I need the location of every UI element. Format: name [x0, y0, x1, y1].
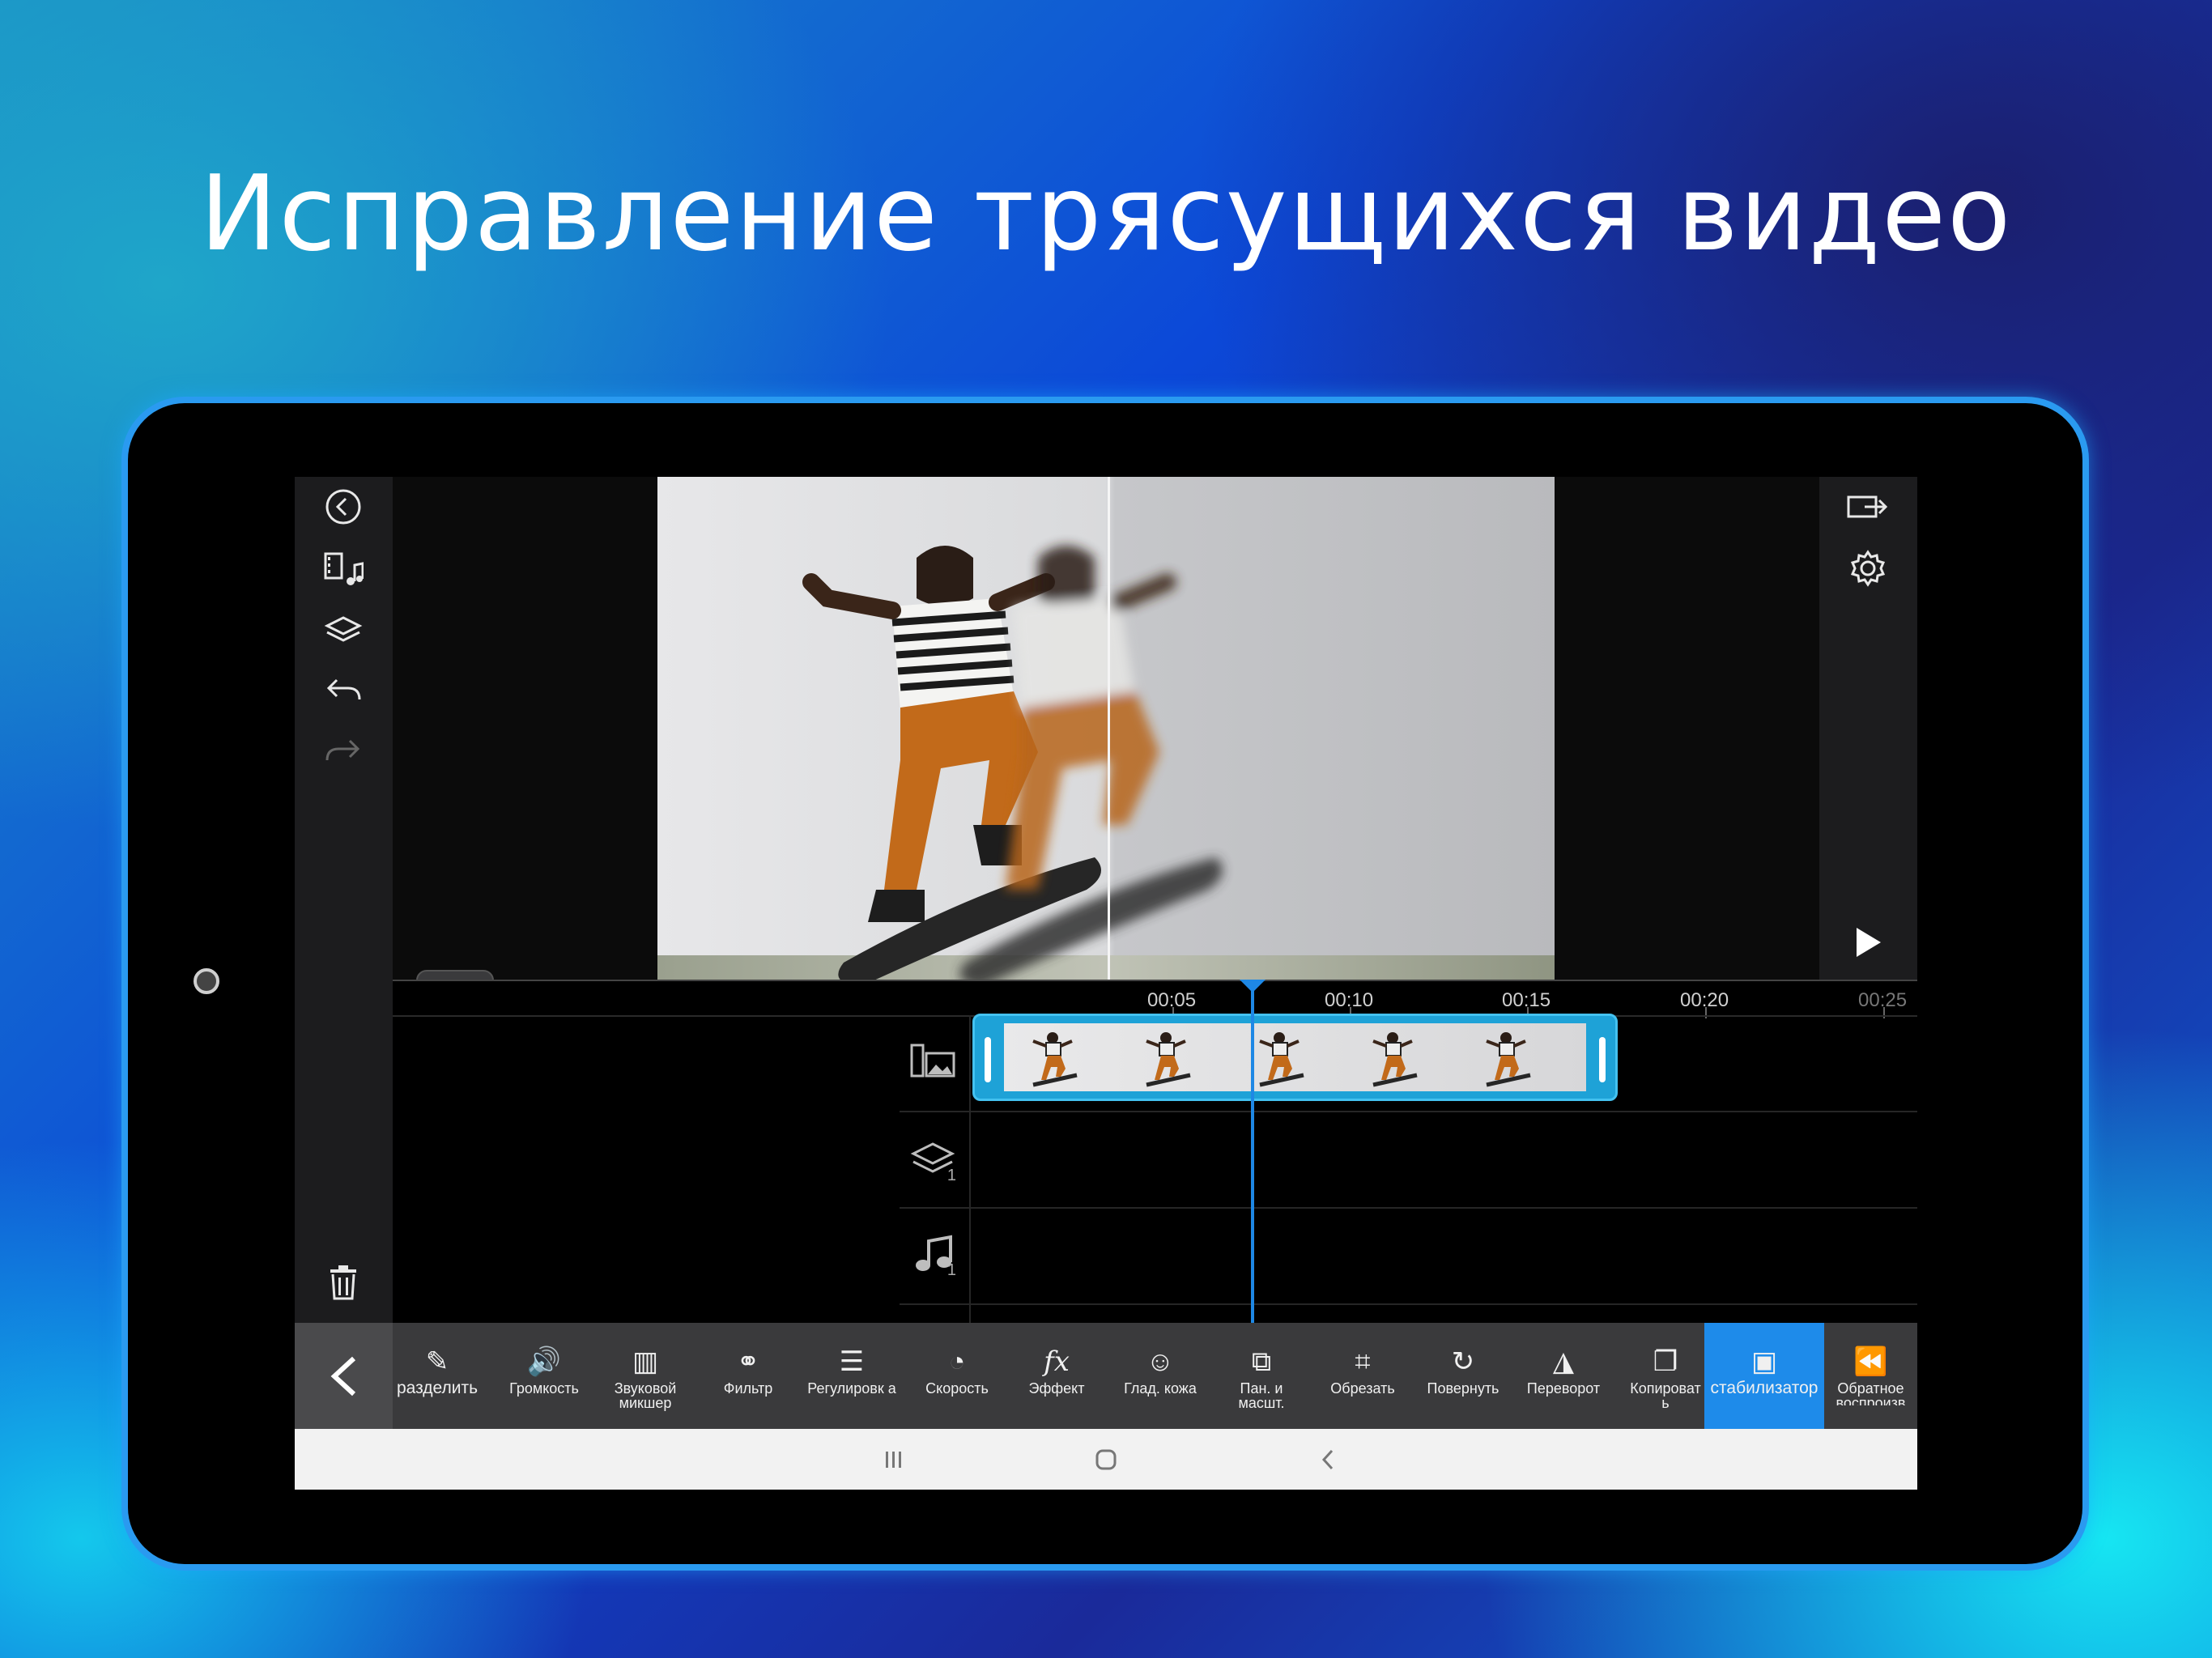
video-clip[interactable] — [972, 1014, 1618, 1101]
track-separator — [900, 1111, 1917, 1112]
tool-pan-zoom[interactable]: ⧉ Пан. и масшт. — [1213, 1323, 1310, 1429]
tool-label: Регулировк а — [807, 1380, 896, 1397]
video-image-track-icon[interactable] — [904, 1035, 961, 1088]
tool-label: стабилизатор — [1710, 1379, 1819, 1397]
app-screen: 00:05 00:10 00:15 00:20 00:25 1 1 ✎ разд… — [295, 477, 1917, 1490]
clip-trim-handle-left[interactable] — [985, 1037, 991, 1082]
layers-track-icon[interactable]: 1 — [904, 1132, 961, 1185]
tool-effect[interactable]: fx Эффект — [1012, 1323, 1101, 1429]
timeline-ruler — [393, 980, 1917, 981]
copy-icon: ❐ — [1653, 1346, 1678, 1377]
music-track-icon[interactable]: 1 — [904, 1226, 961, 1280]
stabilizer-icon: ▣ — [1750, 1346, 1778, 1377]
home-icon[interactable] — [1074, 1429, 1138, 1490]
split-icon: ✎ — [425, 1346, 449, 1377]
undo-icon[interactable] — [311, 661, 376, 718]
settings-gear-icon[interactable] — [1836, 540, 1900, 597]
tool-label: Копироват ь — [1630, 1380, 1701, 1411]
tool-volume[interactable]: 🔊 Громкость — [491, 1323, 597, 1429]
back-circle-icon[interactable] — [311, 478, 376, 535]
rotate-icon: ↻ — [1451, 1346, 1475, 1377]
tool-label: Звуковой микшер — [614, 1380, 677, 1411]
layers-icon[interactable] — [311, 602, 376, 659]
mixer-icon: ▥ — [632, 1346, 659, 1377]
track-separator — [900, 1207, 1917, 1209]
pan-zoom-icon: ⧉ — [1251, 1346, 1272, 1377]
volume-icon: 🔊 — [526, 1346, 562, 1377]
tool-split[interactable]: ✎ разделить — [393, 1323, 482, 1429]
layers-track-count: 1 — [946, 1167, 956, 1184]
tool-label: Глад. кожа — [1124, 1380, 1197, 1397]
left-sidebar — [295, 477, 393, 1323]
tool-label: Пан. и масшт. — [1238, 1380, 1285, 1411]
tool-flip[interactable]: ◮ Переворот — [1513, 1323, 1614, 1429]
tool-label: Повернуть — [1427, 1380, 1499, 1397]
export-icon[interactable] — [1836, 478, 1900, 535]
play-icon[interactable] — [1836, 914, 1900, 971]
compare-split-line[interactable] — [1108, 477, 1110, 980]
toolbar-back-button[interactable] — [295, 1323, 393, 1429]
skater-blurred-image — [959, 546, 1223, 980]
filter-icon: ⚭ — [736, 1346, 760, 1377]
edit-toolbar: ✎ разделить 🔊 Громкость ▥ Звуковой микшер ⚭… — [295, 1323, 1917, 1429]
tool-rotate[interactable]: ↻ Повернуть — [1413, 1323, 1513, 1429]
tool-speed[interactable]: ◔ Скорость — [906, 1323, 1008, 1429]
adjust-icon: ☰ — [839, 1346, 865, 1377]
system-back-icon[interactable] — [1295, 1429, 1360, 1490]
flip-icon: ◮ — [1552, 1346, 1575, 1377]
track-separator — [900, 1303, 1917, 1305]
crop-icon: ⌗ — [1355, 1346, 1371, 1377]
headline: Исправление трясущихся видео — [199, 154, 2013, 274]
tool-filter[interactable]: ⚭ Фильтр — [700, 1323, 797, 1429]
tool-label: Обратное воспроизв — [1836, 1381, 1906, 1405]
redo-icon[interactable] — [311, 722, 376, 779]
tool-label: Переворот — [1526, 1380, 1601, 1397]
tool-reverse-playback[interactable]: ⏪ Обратное воспроизв — [1824, 1323, 1917, 1429]
tool-stabilizer[interactable]: ▣ стабилизатор — [1704, 1323, 1824, 1429]
tool-adjust[interactable]: ☰ Регулировк а — [799, 1323, 904, 1429]
right-sidebar — [1819, 477, 1917, 980]
clip-trim-handle-right[interactable] — [1599, 1037, 1606, 1082]
tool-skin-smooth[interactable]: ☺ Глад. кожа — [1108, 1323, 1213, 1429]
tool-label: разделить — [396, 1379, 479, 1397]
tablet-camera — [194, 968, 219, 994]
tool-audio-mixer[interactable]: ▥ Звуковой микшер — [597, 1323, 694, 1429]
music-track-count: 1 — [946, 1261, 956, 1279]
system-navigation-bar — [295, 1429, 1917, 1490]
skin-smooth-icon: ☺ — [1146, 1346, 1175, 1377]
tool-label: Громкость — [509, 1380, 579, 1397]
recent-apps-icon[interactable] — [861, 1429, 926, 1490]
tool-label: Обрезать — [1330, 1380, 1395, 1397]
tool-copy[interactable]: ❐ Копироват ь — [1615, 1323, 1716, 1429]
clip-thumbnails — [1004, 1023, 1586, 1091]
tool-label: Фильтр — [723, 1380, 773, 1397]
effect-icon: fx — [1044, 1346, 1070, 1378]
tool-label: Скорость — [925, 1380, 989, 1397]
tool-crop[interactable]: ⌗ Обрезать — [1312, 1323, 1413, 1429]
speed-icon: ◔ — [948, 1346, 966, 1377]
media-library-icon[interactable] — [311, 542, 376, 598]
video-preview[interactable] — [657, 477, 1555, 980]
reverse-playback-icon: ⏪ — [1853, 1346, 1888, 1377]
tool-label: Эффект — [1028, 1380, 1085, 1397]
trash-icon[interactable] — [311, 1254, 376, 1311]
